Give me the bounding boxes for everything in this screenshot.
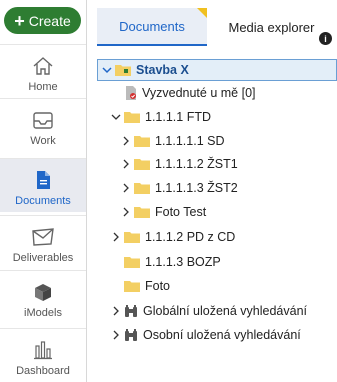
project-folder-icon bbox=[115, 65, 131, 76]
folder-icon bbox=[134, 136, 150, 147]
nav-item-label: Deliverables bbox=[12, 252, 74, 264]
folder-icon bbox=[134, 159, 150, 170]
binoculars-icon bbox=[125, 304, 137, 317]
folder-icon bbox=[134, 207, 150, 218]
tab-documents[interactable]: Documents bbox=[97, 8, 207, 46]
nav-item-dashboard[interactable]: Dashboard bbox=[0, 328, 86, 382]
plus-icon: + bbox=[14, 10, 25, 31]
tree-item-label: 1.1.1.3 BOZP bbox=[145, 255, 221, 269]
chevron-right-icon[interactable] bbox=[110, 305, 122, 317]
tree-item-label: Vyzvednuté u mě [0] bbox=[142, 86, 256, 100]
tree-item-zst1[interactable]: 1.1.1.1.2 ŽST1 bbox=[97, 153, 337, 175]
tree-item-pd-z-cd[interactable]: 1.1.1.2 PD z CD bbox=[97, 226, 337, 248]
chevron-right-icon[interactable] bbox=[110, 231, 122, 243]
tab-corner-marker bbox=[197, 8, 207, 18]
cube-icon bbox=[35, 284, 51, 301]
folder-icon bbox=[124, 112, 140, 123]
chevron-right-icon[interactable] bbox=[110, 329, 122, 341]
nav-item-label: iModels bbox=[24, 307, 62, 319]
tab-media-explorer[interactable]: Media explorer bbox=[209, 8, 334, 46]
checked-out-icon bbox=[126, 86, 136, 100]
create-label: Create bbox=[28, 12, 71, 29]
document-tree: Stavba X Vyzvednuté u mě [0] 1.1.1.1 FTD… bbox=[97, 56, 337, 382]
nav-item-label: Dashboard bbox=[16, 365, 70, 377]
tree-item-ftd[interactable]: 1.1.1.1 FTD bbox=[97, 106, 337, 128]
chevron-down-icon[interactable] bbox=[101, 64, 113, 76]
tree-item-label: 1.1.1.2 PD z CD bbox=[145, 230, 236, 244]
create-button[interactable]: + Create bbox=[4, 7, 81, 34]
folder-icon bbox=[124, 232, 140, 243]
folder-icon bbox=[134, 183, 150, 194]
nav-item-label: Work bbox=[30, 135, 56, 147]
left-nav: + Create Home Work Documents Deliverable… bbox=[0, 0, 87, 382]
chevron-right-icon[interactable] bbox=[120, 206, 132, 218]
tree-item-bozp[interactable]: 1.1.1.3 BOZP bbox=[97, 251, 337, 273]
tree-item-label: Foto bbox=[145, 279, 171, 293]
tree-item-label: 1.1.1.1 FTD bbox=[145, 110, 211, 124]
home-icon bbox=[33, 57, 53, 75]
tree-item-label: Globální uložená vyhledávání bbox=[143, 304, 308, 318]
tab-label: Documents bbox=[119, 18, 185, 34]
chevron-right-icon[interactable] bbox=[120, 182, 132, 194]
nav-item-imodels[interactable]: iModels bbox=[0, 270, 86, 324]
tree-item-zst2[interactable]: 1.1.1.1.3 ŽST2 bbox=[97, 177, 337, 199]
document-icon bbox=[37, 171, 50, 189]
folder-icon bbox=[124, 281, 140, 292]
envelope-icon bbox=[32, 228, 54, 246]
nav-item-deliverables[interactable]: Deliverables bbox=[0, 215, 86, 269]
tree-item-foto[interactable]: Foto bbox=[97, 275, 337, 297]
nav-item-work[interactable]: Work bbox=[0, 98, 86, 152]
tree-item-label: Foto Test bbox=[155, 205, 207, 219]
tab-bar: Documents Media explorer i bbox=[97, 0, 337, 46]
tree-item-label: Osobní uložená vyhledávání bbox=[143, 328, 301, 342]
tree-item-sd[interactable]: 1.1.1.1.1 SD bbox=[97, 130, 337, 152]
tree-item-label: 1.1.1.1.3 ŽST2 bbox=[155, 181, 238, 195]
tree-item-checked-out[interactable]: Vyzvednuté u mě [0] bbox=[97, 82, 337, 104]
inbox-icon bbox=[33, 112, 53, 129]
nav-item-label: Home bbox=[28, 81, 58, 93]
tree-item-stavba-x[interactable]: Stavba X bbox=[97, 59, 337, 81]
tree-item-label: 1.1.1.1.1 SD bbox=[155, 134, 225, 148]
binoculars-icon bbox=[125, 328, 137, 341]
tree-item-label: Stavba X bbox=[136, 63, 189, 77]
chevron-right-icon[interactable] bbox=[120, 135, 132, 147]
tab-label: Media explorer bbox=[228, 19, 315, 35]
folder-icon bbox=[124, 257, 140, 268]
tree-item-global-searches[interactable]: Globální uložená vyhledávání bbox=[97, 300, 337, 322]
chevron-down-icon[interactable] bbox=[110, 111, 122, 123]
chevron-right-icon[interactable] bbox=[120, 158, 132, 170]
nav-item-label: Documents bbox=[15, 195, 71, 207]
nav-item-documents[interactable]: Documents bbox=[0, 158, 86, 212]
bar-chart-icon bbox=[34, 341, 52, 360]
info-icon[interactable]: i bbox=[319, 32, 332, 45]
tree-item-personal-searches[interactable]: Osobní uložená vyhledávání bbox=[97, 324, 337, 346]
tree-item-foto-test[interactable]: Foto Test bbox=[97, 201, 337, 223]
nav-item-home[interactable]: Home bbox=[0, 44, 86, 98]
tree-item-label: 1.1.1.1.2 ŽST1 bbox=[155, 157, 238, 171]
